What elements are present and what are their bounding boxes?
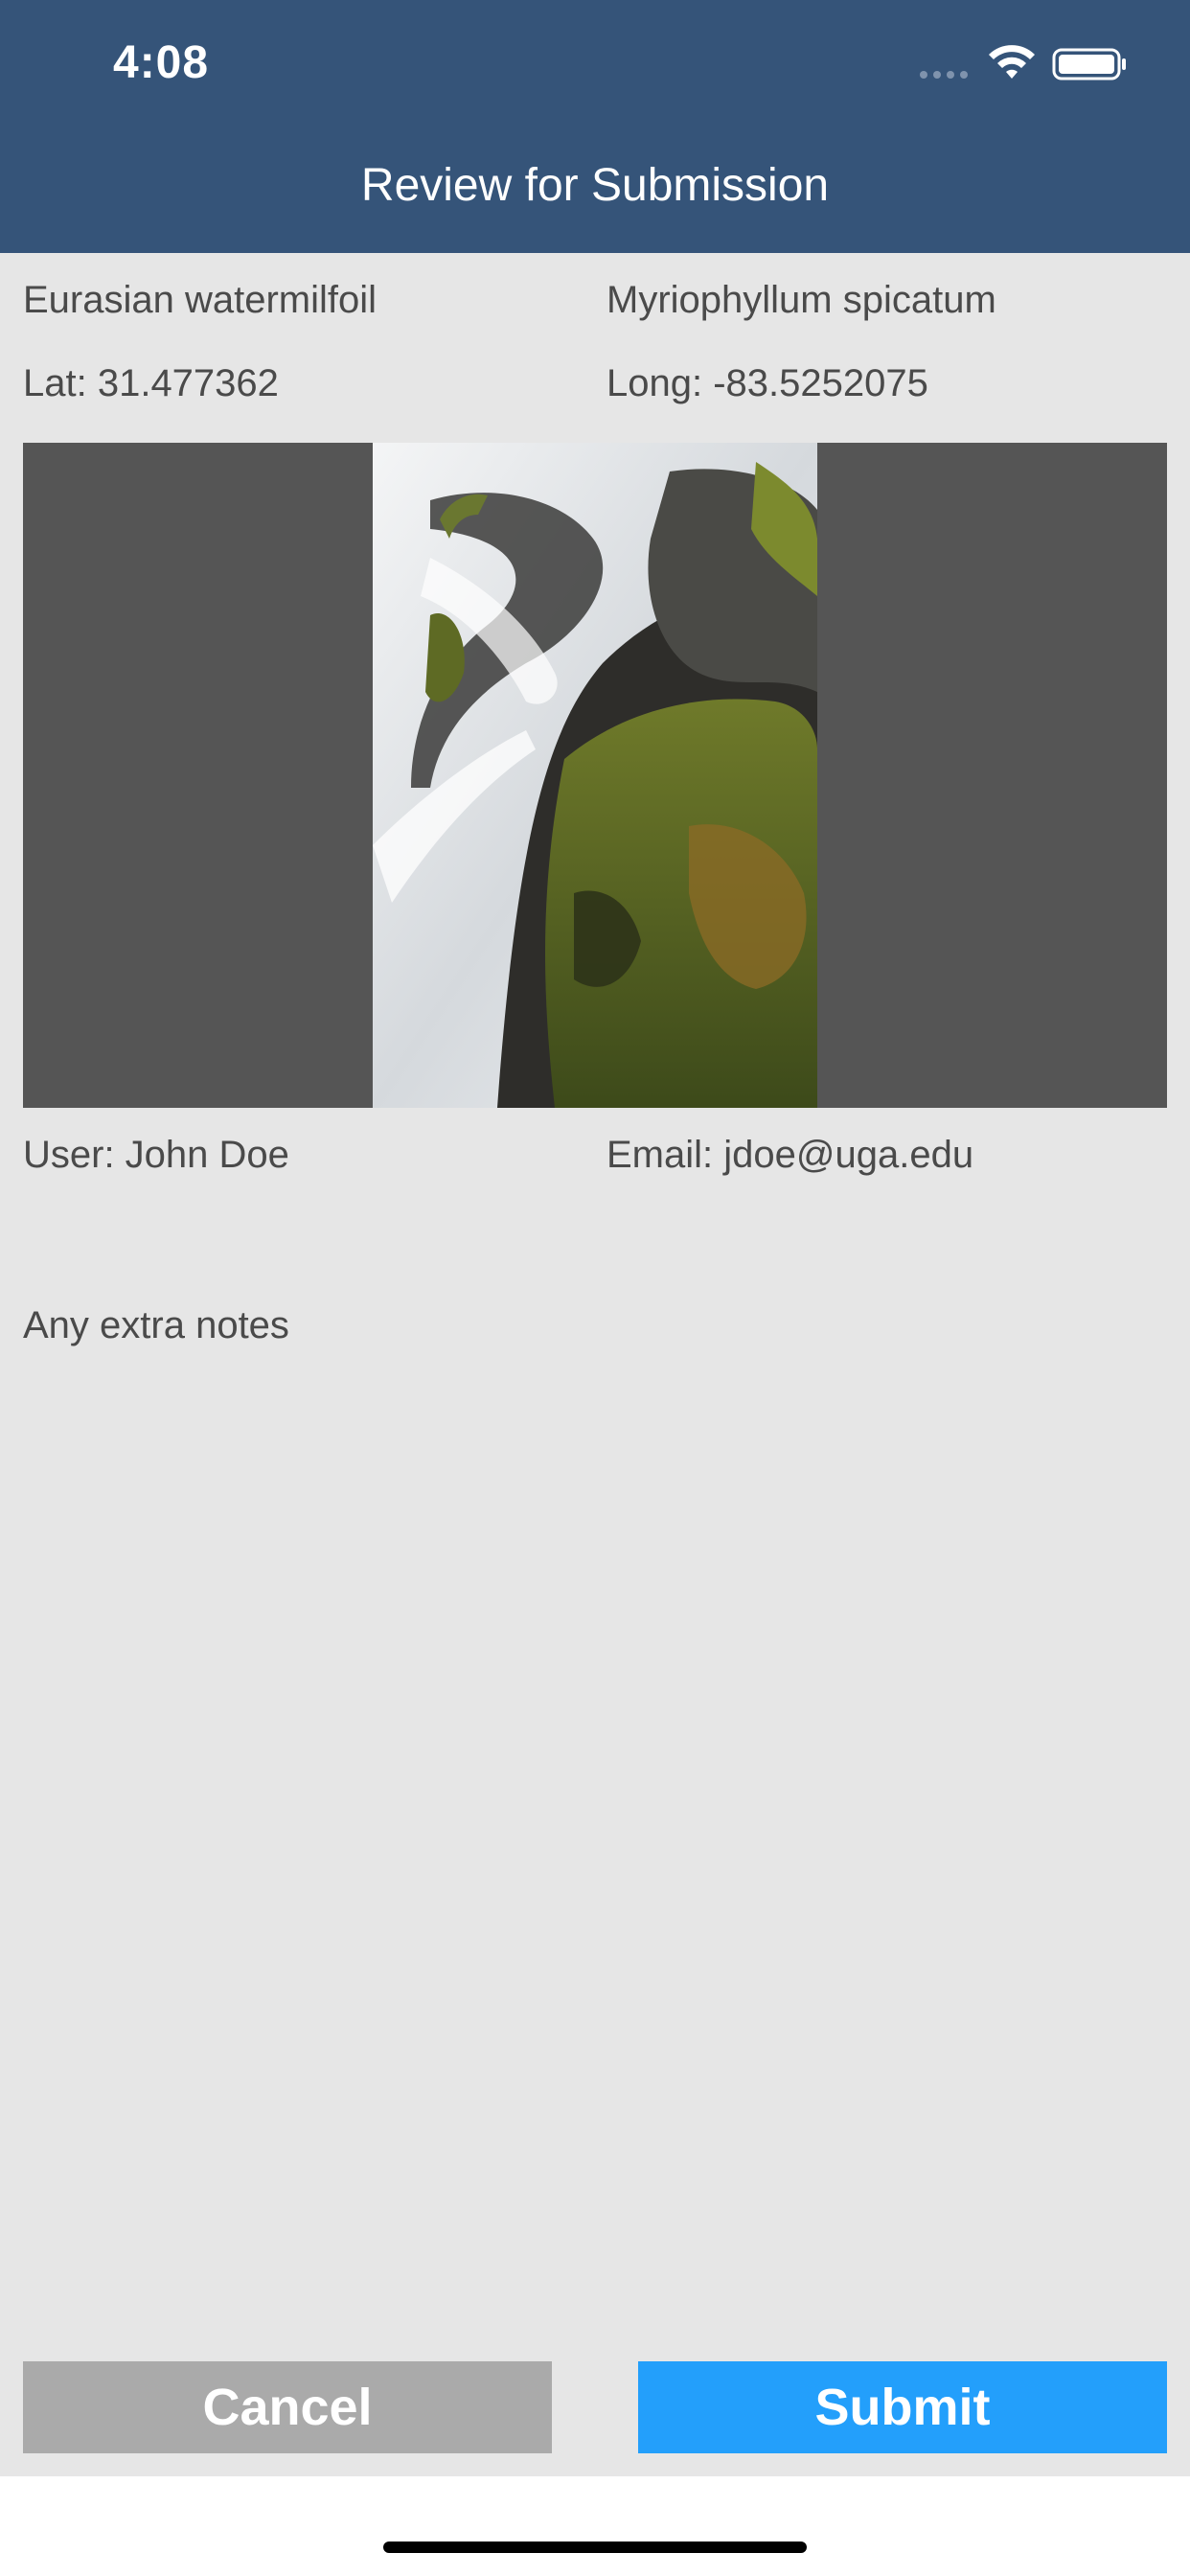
notes-text: Any extra notes (23, 1304, 289, 1346)
latitude-value: Lat: 31.477362 (23, 362, 279, 404)
photo-frame (23, 443, 1167, 1108)
submit-button[interactable]: Submit (638, 2361, 1167, 2453)
home-indicator-area (0, 2476, 1190, 2576)
email-value: Email: jdoe@uga.edu (606, 1134, 974, 1176)
cellular-signal-icon (920, 71, 968, 79)
common-name: Eurasian watermilfoil (23, 279, 378, 321)
user-value: User: John Doe (23, 1134, 289, 1176)
submission-photo (373, 443, 817, 1108)
longitude-value: Long: -83.5252075 (606, 362, 928, 404)
home-indicator[interactable] (383, 2542, 807, 2553)
nav-header: 4:08 Review for Submission (0, 0, 1190, 253)
scientific-name: Myriophyllum spicatum (606, 279, 996, 321)
wifi-icon (989, 45, 1035, 79)
status-time: 4:08 (113, 37, 210, 88)
page-title: Review for Submission (360, 160, 830, 211)
battery-icon (1052, 48, 1126, 80)
cancel-button[interactable]: Cancel (23, 2361, 552, 2453)
review-content: Eurasian watermilfoil Myriophyllum spica… (0, 253, 1190, 2476)
